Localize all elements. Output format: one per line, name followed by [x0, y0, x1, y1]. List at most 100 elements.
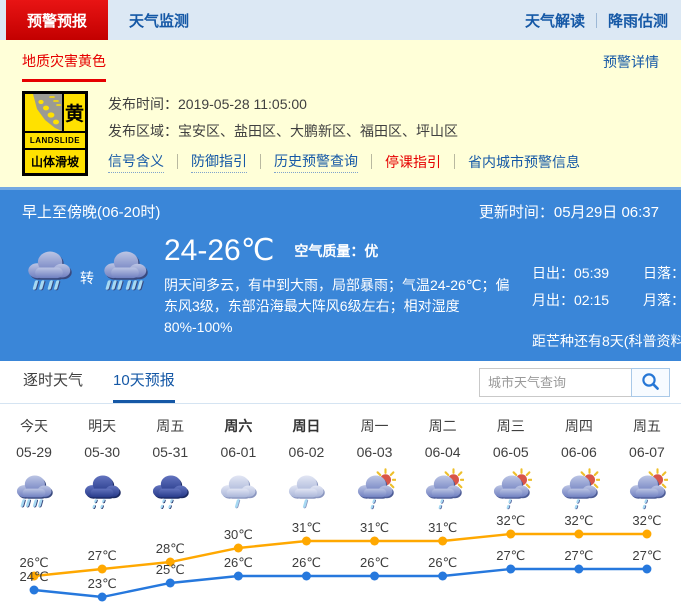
sunset-time: 日落：19:02 — [643, 260, 681, 287]
warning-link[interactable]: 信号含义 — [108, 150, 164, 173]
sunrise-sunset-row: 日出：05:39 日落：19:02 — [532, 260, 681, 287]
chart-point — [98, 565, 107, 574]
moonrise-moonset-row: 月出：02:15 月落：14:23 — [532, 287, 681, 314]
day-name: 周六 — [224, 418, 252, 435]
chart-label: 27℃ — [496, 548, 525, 563]
current-body: 转 24-26℃ 空气质量：优 阴天间多云，有中到大雨，局部暴雨；气温24-26… — [0, 232, 681, 351]
forecast-day-column[interactable]: 周日 06-02 — [272, 418, 340, 511]
chart-point — [506, 530, 515, 539]
search-input[interactable] — [479, 368, 631, 397]
forecast-day-column[interactable]: 周四06-06 — [545, 418, 613, 511]
update-time: 更新时间：05月29日 06:37 — [479, 201, 659, 222]
publish-area-label: 发布区域： — [108, 123, 178, 139]
day-name: 周四 — [565, 418, 593, 435]
day-date: 06-02 — [289, 444, 325, 460]
chart-label: 26℃ — [428, 555, 457, 570]
sign-chinese-label: 山体滑坡 — [25, 150, 85, 173]
chart-label: 32℃ — [632, 513, 661, 528]
chart-point — [574, 530, 583, 539]
divider — [596, 13, 597, 28]
warning-link[interactable]: 省内城市预警信息 — [468, 151, 580, 173]
sign-top-row: 黄 — [25, 94, 85, 131]
warning-link[interactable]: 历史预警查询 — [274, 150, 358, 173]
light-rain-icon — [217, 467, 259, 511]
chart-label: 26℃ — [292, 555, 321, 570]
link-rainfall-estimate[interactable]: 降雨估测 — [608, 10, 668, 31]
link-weather-interpretation[interactable]: 天气解读 — [525, 10, 585, 31]
chart-point — [234, 572, 243, 581]
warning-info: 发布时间：2019-05-28 11:05:00 发布区域：宝安区、盐田区、大鹏… — [108, 91, 580, 176]
chart-label: 23℃ — [88, 576, 117, 591]
chart-point — [438, 572, 447, 581]
warning-category-tab[interactable]: 地质灾害黄色 — [22, 51, 106, 82]
warning-links-row: 信号含义 防御指引 历史预警查询 停课指引 省内城市预警信息 — [108, 150, 580, 173]
forecast-day-column[interactable]: 周五06-07 — [613, 418, 681, 511]
landslide-icon — [25, 94, 62, 131]
day-name: 今天 — [20, 418, 48, 435]
chart-point — [370, 572, 379, 581]
landslide-warning-sign: 黄 LANDSLIDE 山体滑坡 — [22, 91, 88, 176]
publish-area-line: 发布区域：宝安区、盐田区、大鹏新区、福田区、坪山区 — [108, 118, 580, 145]
warning-link[interactable]: 防御指引 — [191, 150, 247, 173]
forecast-tab-bar: 逐时天气 10天预报 — [0, 361, 681, 404]
sign-english-label: LANDSLIDE — [25, 133, 85, 148]
transition-label: 转 — [80, 268, 94, 288]
day-name: 周一 — [361, 418, 389, 435]
tab-weather-monitoring[interactable]: 天气监测 — [108, 0, 210, 40]
forecast-day-column[interactable]: 今天05-29 — [0, 418, 68, 511]
moonrise-time: 月出：02:15 — [532, 287, 609, 314]
chart-label: 27℃ — [88, 548, 117, 563]
chart-label: 25℃ — [156, 562, 185, 577]
light-rain-icon — [285, 467, 327, 511]
chart-label: 31℃ — [360, 520, 389, 535]
day-name: 周日 — [292, 418, 320, 435]
air-quality: 空气质量：优 — [294, 241, 378, 261]
chart-point — [30, 586, 39, 595]
forecast-day-column[interactable]: 周一06-03 — [340, 418, 408, 511]
topbar-links: 天气解读 降雨估测 — [525, 0, 681, 40]
sun-shower-icon — [354, 467, 396, 511]
chart-point — [574, 565, 583, 574]
current-weather-summary: 24-26℃ 空气质量：优 阴天间多云，有中到大雨，局部暴雨；气温24-26℃；… — [164, 234, 532, 351]
dark-rain-icon — [81, 467, 123, 511]
day-date: 06-01 — [220, 444, 256, 460]
publish-area-value: 宝安区、盐田区、大鹏新区、福田区、坪山区 — [178, 123, 458, 139]
chart-label: 27℃ — [564, 548, 593, 563]
chart-label: 31℃ — [292, 520, 321, 535]
tab-warning-forecast[interactable]: 预警预报 — [6, 0, 108, 40]
chart-point — [438, 537, 447, 546]
weather-page: 预警预报 天气监测 天气解读 降雨估测 地质灾害黄色 预警详情 — [0, 0, 681, 592]
weather-description: 阴天间多云，有中到大雨，局部暴雨；气温24-26℃；偏东风3级，东部沿海最大阵风… — [164, 275, 522, 338]
chart-point — [302, 537, 311, 546]
forecast-day-column[interactable]: 周二06-04 — [409, 418, 477, 511]
sun-shower-icon — [558, 467, 600, 511]
sun-shower-icon — [490, 467, 532, 511]
current-weather-icons: 转 — [22, 234, 164, 351]
chart-label: 27℃ — [632, 548, 661, 563]
day-date: 05-31 — [152, 444, 188, 460]
day-name: 周五 — [633, 418, 661, 435]
high-temp-line: 26℃27℃28℃30℃31℃31℃31℃32℃32℃32℃ — [20, 513, 662, 581]
warning-detail-link[interactable]: 预警详情 — [603, 52, 659, 82]
solar-term-link[interactable]: 距芒种还有8天(科普资料) — [532, 331, 681, 351]
divider — [371, 154, 372, 169]
chart-label: 32℃ — [564, 513, 593, 528]
forecast-day-column[interactable]: 明天05-30 — [68, 418, 136, 511]
forecast-day-column[interactable]: 周六 06-01 — [204, 418, 272, 511]
divider — [177, 154, 178, 169]
tab-hourly-weather[interactable]: 逐时天气 — [23, 369, 83, 403]
forecast-day-column[interactable]: 周五05-31 — [136, 418, 204, 511]
moderate-rain-icon — [13, 467, 55, 511]
chart-point — [642, 530, 651, 539]
search-button[interactable] — [631, 368, 670, 397]
heavy-rain-icon — [98, 242, 152, 294]
warning-link[interactable]: 停课指引 — [385, 151, 441, 173]
day-date: 06-04 — [425, 444, 461, 460]
sun-shower-icon — [422, 467, 464, 511]
forecast-period-label: 早上至傍晚(06-20时) — [22, 201, 160, 222]
day-date: 06-05 — [493, 444, 529, 460]
tab-ten-day-forecast[interactable]: 10天预报 — [113, 369, 175, 403]
forecast-day-column[interactable]: 周三06-05 — [477, 418, 545, 511]
current-header: 早上至傍晚(06-20时) 更新时间：05月29日 06:37 — [0, 198, 681, 232]
chart-label: 31℃ — [428, 520, 457, 535]
